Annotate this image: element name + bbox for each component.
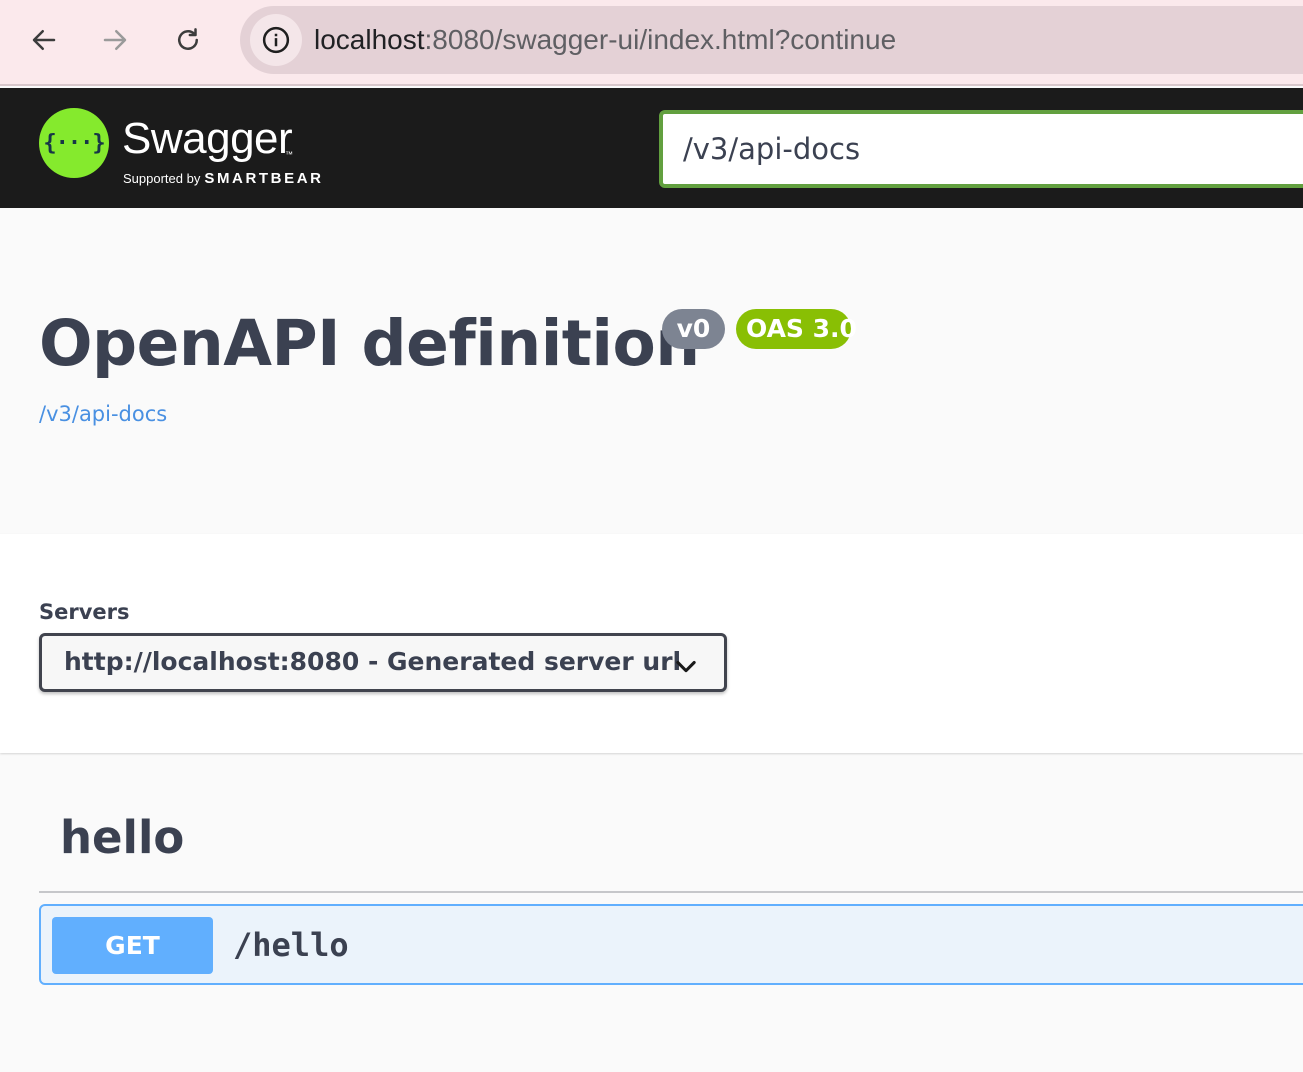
version-badge: v0 (662, 309, 725, 349)
operation-path: /hello (233, 926, 349, 964)
servers-label: Servers (39, 600, 130, 624)
url-host: localhost (314, 24, 425, 55)
url-path: :8080/swagger-ui/index.html?continue (424, 24, 897, 55)
url-text[interactable]: localhost:8080/swagger-ui/index.html?con… (314, 22, 896, 58)
logo-glyph: {···} (43, 130, 105, 156)
server-select[interactable]: http://localhost:8080 - Generated server… (39, 633, 727, 692)
swagger-topbar: {···} Swagger ™ Supported by SMARTBEAR (0, 88, 1303, 208)
tag-divider (39, 891, 1303, 893)
supported-by-text: Supported by (123, 171, 201, 186)
spec-link[interactable]: /v3/api-docs (39, 402, 167, 426)
tag-heading-hello[interactable]: hello (60, 808, 184, 868)
method-badge: GET (52, 917, 213, 974)
back-button[interactable] (20, 16, 68, 64)
site-info-button[interactable] (250, 14, 302, 66)
server-select-value: http://localhost:8080 - Generated server… (64, 647, 682, 676)
vendor-name: SMARTBEAR (204, 170, 324, 187)
spec-url-input[interactable] (659, 110, 1303, 188)
brand-name[interactable]: Swagger (122, 114, 293, 164)
address-bar[interactable]: localhost:8080/swagger-ui/index.html?con… (240, 6, 1303, 74)
reload-button[interactable] (164, 16, 212, 64)
brand-subtitle: Supported by SMARTBEAR (123, 170, 324, 188)
page-title: OpenAPI definition (39, 307, 700, 380)
trademark-mark: ™ (285, 150, 293, 159)
servers-section: Servers http://localhost:8080 - Generate… (0, 534, 1303, 753)
oas-badge: OAS 3.0 (736, 309, 857, 349)
browser-toolbar: localhost:8080/swagger-ui/index.html?con… (0, 0, 1303, 86)
chevron-down-icon (676, 660, 696, 673)
arrow-right-icon (103, 30, 127, 50)
info-section: OpenAPI definition v0 OAS 3.0 /v3/api-do… (0, 208, 1303, 534)
forward-button[interactable] (91, 16, 139, 64)
swagger-logo-icon[interactable]: {···} (39, 108, 109, 178)
operation-get-hello[interactable]: GET /hello (39, 904, 1303, 985)
info-icon (262, 26, 290, 54)
reload-icon (178, 28, 198, 50)
arrow-left-icon (32, 30, 56, 50)
